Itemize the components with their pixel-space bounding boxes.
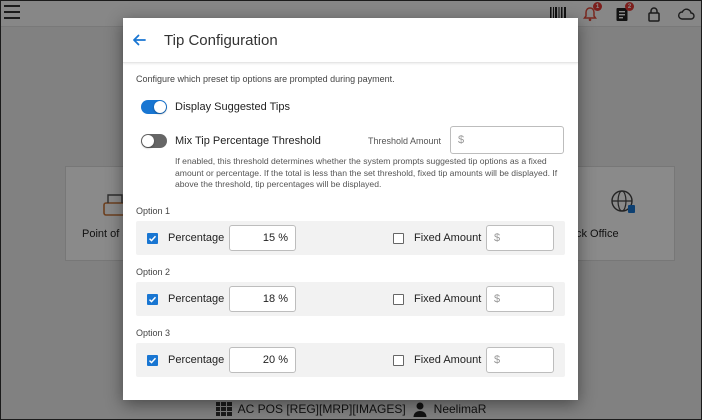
option-1-percentage-label: Percentage <box>168 232 225 244</box>
option-1-percentage-input[interactable]: 15 % <box>229 225 296 251</box>
threshold-amount-label: Threshold Amount <box>368 136 442 146</box>
option-3-fixed-checkbox[interactable] <box>393 355 404 366</box>
option-2-fixed-amount-field[interactable] <box>486 286 554 312</box>
threshold-info-text: If enabled, this threshold determines wh… <box>175 156 558 189</box>
option-2-percentage-label: Percentage <box>168 293 225 305</box>
display-suggested-tips-toggle[interactable] <box>141 100 167 114</box>
option-2-fixed-label: Fixed Amount <box>414 293 482 305</box>
option-3-percentage-input[interactable]: 20 % <box>229 347 296 373</box>
option-3-percentage-checkbox[interactable] <box>147 355 158 366</box>
display-suggested-tips-label: Display Suggested Tips <box>175 101 290 113</box>
option-1-fixed-amount-field[interactable] <box>486 225 554 251</box>
option-1-percentage-checkbox[interactable] <box>147 233 158 244</box>
check-icon <box>148 235 157 242</box>
check-icon <box>148 357 157 364</box>
toggle-knob <box>142 135 154 147</box>
dialog-title: Tip Configuration <box>164 32 278 49</box>
option-3-fixed-label: Fixed Amount <box>414 354 482 366</box>
option-2-row: Percentage 18 % Fixed Amount <box>136 282 565 316</box>
check-icon <box>148 296 157 303</box>
option-3-row: Percentage 20 % Fixed Amount <box>136 343 565 377</box>
threshold-amount-input[interactable] <box>458 134 556 146</box>
option-2-percentage-checkbox[interactable] <box>147 294 158 305</box>
back-arrow-icon <box>133 34 146 46</box>
option-3-percentage-label: Percentage <box>168 354 225 366</box>
option-3-fixed-amount-field[interactable] <box>486 347 554 373</box>
back-button[interactable] <box>129 30 149 50</box>
mix-tip-threshold-label: Mix Tip Percentage Threshold <box>175 135 321 147</box>
option-1-label: Option 1 <box>136 206 171 216</box>
option-1-fixed-amount-input[interactable] <box>494 232 546 244</box>
option-2-label: Option 2 <box>136 267 171 277</box>
option-3-fixed-amount-input[interactable] <box>494 354 546 366</box>
option-2-fixed-amount-input[interactable] <box>494 293 546 305</box>
option-2-fixed-checkbox[interactable] <box>393 294 404 305</box>
threshold-amount-field[interactable] <box>450 126 564 154</box>
option-1-row: Percentage 15 % Fixed Amount <box>136 221 565 255</box>
toggle-knob <box>154 101 166 113</box>
option-3-label: Option 3 <box>136 328 171 338</box>
dialog-description: Configure which preset tip options are p… <box>136 74 395 84</box>
option-1-fixed-label: Fixed Amount <box>414 232 482 244</box>
mix-tip-threshold-toggle[interactable] <box>141 134 167 148</box>
option-1-fixed-checkbox[interactable] <box>393 233 404 244</box>
dialog-header: Tip Configuration <box>123 18 578 63</box>
option-2-percentage-input[interactable]: 18 % <box>229 286 296 312</box>
tip-configuration-dialog: Tip Configuration Configure which preset… <box>123 18 578 400</box>
